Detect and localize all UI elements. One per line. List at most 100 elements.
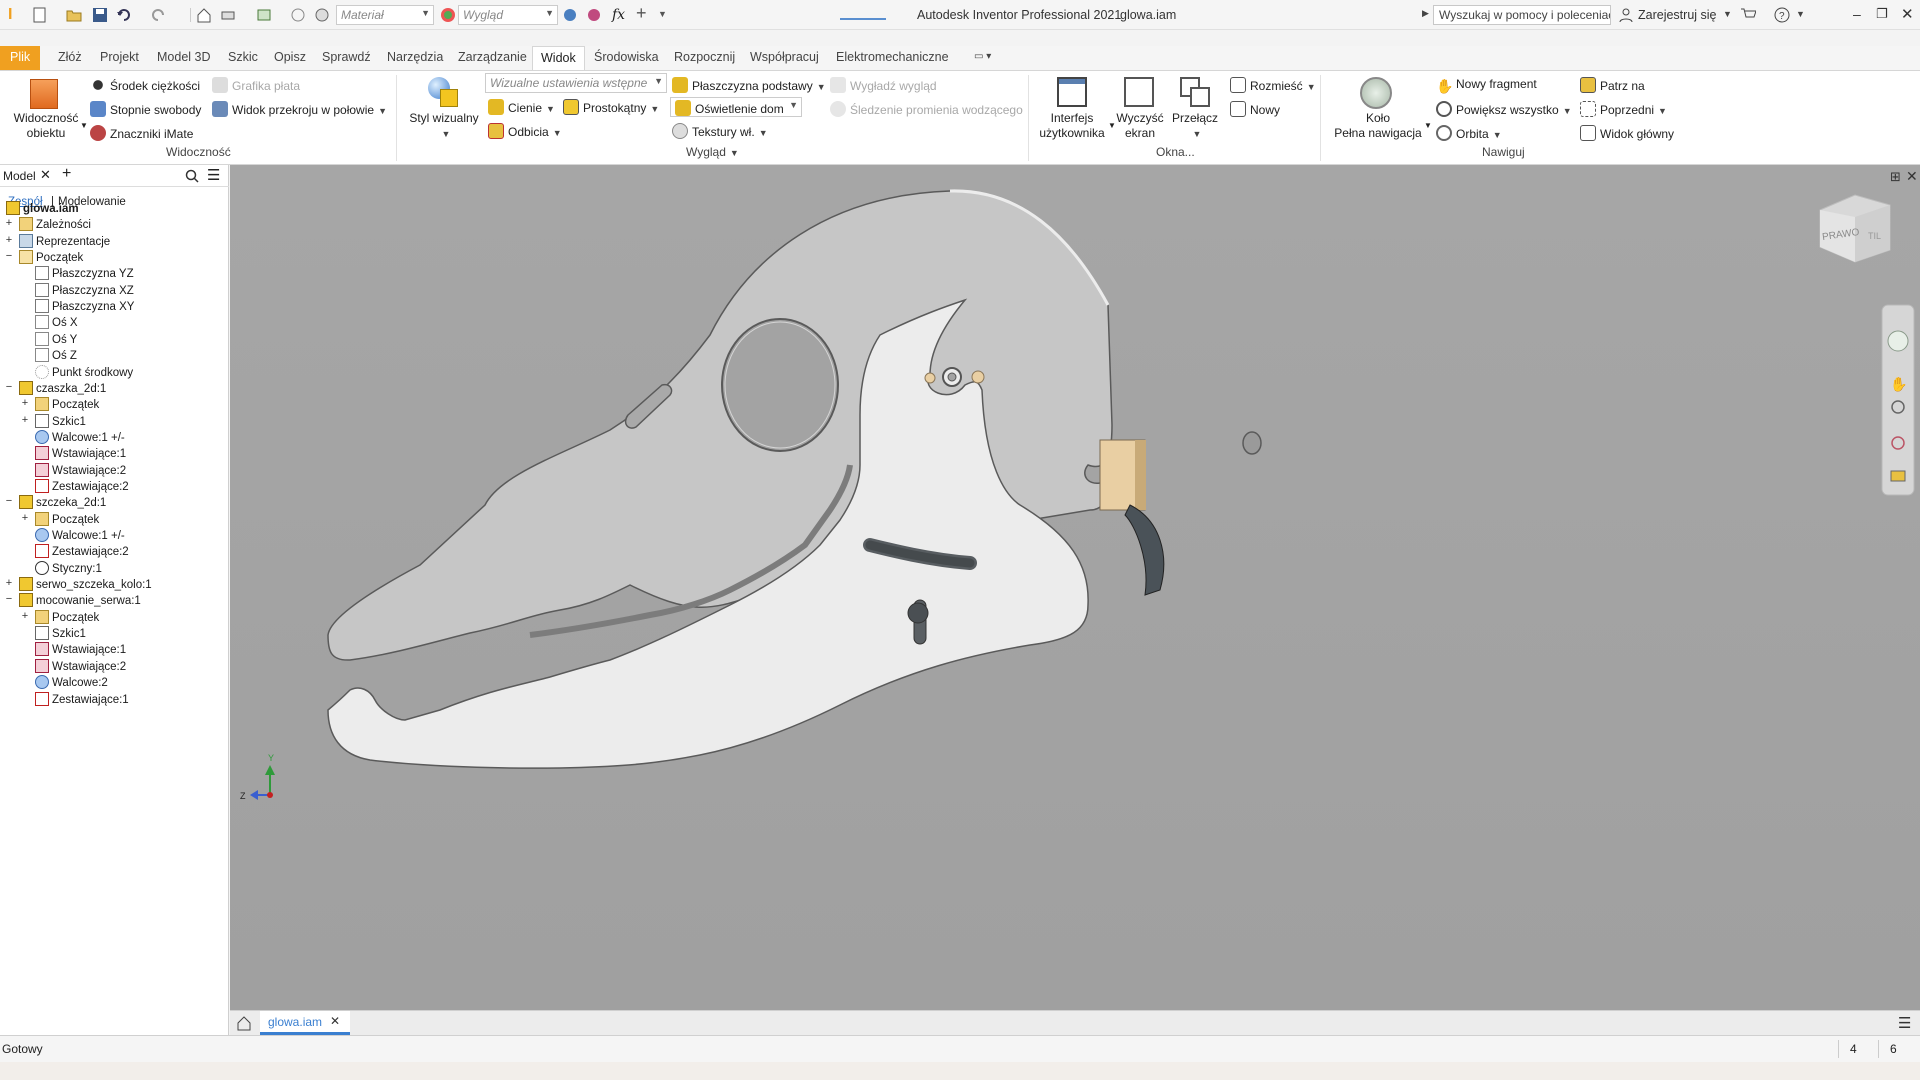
tabs-menu-icon[interactable]: ☰ [1898, 1014, 1911, 1032]
tab-collaborate[interactable]: Współpracuj [750, 50, 819, 64]
clear-appearance-icon[interactable] [586, 7, 602, 23]
tree-item[interactable]: Walcowe:2 [35, 675, 108, 693]
close-tab-icon[interactable]: ✕ [40, 167, 51, 183]
tree-item[interactable]: Oś X [35, 315, 78, 333]
chevron-down-icon[interactable]: ▼ [1424, 121, 1432, 130]
tree-item[interactable]: Początek [35, 397, 99, 415]
expand-icon[interactable]: + [20, 397, 30, 409]
add-tab-icon[interactable]: + [62, 165, 71, 183]
settings-icon[interactable] [314, 7, 330, 23]
tree-item[interactable]: Wstawiające:2 [35, 462, 126, 481]
tab-sketch[interactable]: Szkic [228, 50, 258, 64]
expand-icon[interactable]: + [20, 610, 30, 622]
close-icon[interactable]: ✕ [330, 1014, 340, 1028]
ray-tracing-button[interactable]: Śledzenie promienia wodzącego [830, 101, 1023, 117]
appearance-combo[interactable]: Wygląd ▼ [458, 5, 558, 25]
pan-icon[interactable]: ✋ [1890, 376, 1907, 392]
help-search-input[interactable]: Wyszukaj w pomocy i poleceniach [1433, 5, 1611, 25]
tree-item[interactable]: Zestawiające:2 [35, 544, 129, 562]
cart-icon[interactable] [1740, 7, 1756, 23]
tree-item[interactable]: Płaszczyzna XY [35, 299, 134, 317]
tree-item[interactable]: Płaszczyzna XZ [35, 282, 134, 301]
tree-item[interactable]: szczeka_2d:1 [19, 495, 106, 513]
tab-environments[interactable]: Środowiska [594, 50, 659, 64]
expand-icon[interactable]: + [4, 577, 14, 589]
pan-button[interactable]: ✋ Nowy fragment [1436, 77, 1537, 94]
tree-item[interactable]: Początek [19, 250, 83, 268]
print-icon[interactable] [220, 7, 236, 23]
clean-screen-button[interactable]: Wyczyść ekran [1112, 111, 1168, 141]
ground-plane-button[interactable]: Płaszczyzna podstawy ▼ [672, 77, 826, 93]
tab-3d-model[interactable]: Model 3D [157, 50, 211, 64]
view-cube[interactable]: PRAWO TIL [1819, 194, 1891, 263]
help-icon[interactable]: ? [1774, 7, 1790, 23]
tree-item[interactable]: Walcowe:1 +/- [35, 528, 125, 546]
object-visibility-button[interactable]: Widoczność obiektu [8, 111, 84, 141]
tree-item[interactable]: Walcowe:1 +/- [35, 429, 125, 448]
reflections-button[interactable]: Odbicia ▼ [488, 123, 562, 139]
tree-item[interactable]: Zestawiające:2 [35, 478, 129, 497]
viewport-close-icon[interactable]: ✕ [1906, 168, 1918, 184]
tree-item[interactable]: Zależności [19, 217, 91, 235]
tree-item[interactable]: Punkt środkowy [35, 364, 133, 383]
tab-manage[interactable]: Zarządzanie [458, 50, 527, 64]
appearance-adjust-icon[interactable] [562, 7, 578, 23]
chevron-down-icon[interactable]: ▼ [80, 121, 88, 130]
object-visibility-icon[interactable] [30, 79, 58, 109]
tree-item[interactable]: Wstawiające:1 [35, 446, 126, 464]
user-icon[interactable] [1618, 7, 1634, 23]
model-canvas[interactable]: Y Z PRAWO TIL ✋ ⊞ ✕ [230, 165, 1920, 1010]
look-at-icon[interactable] [1890, 470, 1906, 482]
tab-inspect[interactable]: Sprawdź [322, 50, 371, 64]
update-icon[interactable] [256, 7, 272, 23]
textures-button[interactable]: Tekstury wł. ▼ [672, 123, 768, 139]
select-icon[interactable] [290, 7, 306, 23]
clean-screen-icon[interactable] [1124, 77, 1154, 107]
tree-item[interactable]: glowa.iam [6, 201, 79, 219]
open-icon[interactable] [66, 7, 82, 23]
tree-item[interactable]: Styczny:1 [35, 560, 102, 579]
chevron-down-icon[interactable]: ▼ [1723, 9, 1732, 19]
home-icon[interactable] [236, 1015, 252, 1031]
user-interface-button[interactable]: Interfejs użytkownika [1034, 111, 1110, 141]
expand-icon[interactable]: + [20, 414, 30, 426]
zoom-all-button[interactable]: Powiększ wszystko ▼ [1436, 101, 1572, 117]
graphics-viewport[interactable]: Y Z PRAWO TIL ✋ ⊞ ✕ [230, 165, 1920, 1010]
tree-item[interactable]: Reprezentacje [19, 233, 110, 252]
look-at-button[interactable]: Patrz na [1580, 77, 1645, 93]
expand-icon[interactable]: + [4, 217, 14, 229]
collapse-icon[interactable]: − [4, 593, 14, 605]
home-view-button[interactable]: Widok główny [1580, 125, 1674, 141]
customize-icon[interactable]: ▼ [658, 9, 674, 25]
search-icon[interactable] [185, 169, 199, 183]
doc-tab-glowa[interactable]: glowa.iam ✕ [260, 1011, 350, 1035]
save-icon[interactable] [92, 7, 108, 23]
tree-item[interactable]: Płaszczyzna YZ [35, 266, 134, 284]
menu-icon[interactable]: ☰ [207, 166, 220, 184]
tree-item[interactable]: Zestawiające:1 [35, 691, 129, 710]
tree-item[interactable]: Początek [35, 511, 99, 530]
servo-bracket-part[interactable] [1099, 439, 1146, 511]
tab-annotate[interactable]: Opisz [274, 50, 306, 64]
collapse-icon[interactable]: − [4, 250, 14, 262]
minimize-icon[interactable]: – [1853, 6, 1861, 22]
tree-item[interactable]: Szkic1 [35, 626, 86, 644]
half-section-view-button[interactable]: Widok przekroju w połowie ▼ [212, 101, 387, 117]
search-expand-icon[interactable]: ▶ [1422, 8, 1429, 19]
new-window-button[interactable]: Nowy [1230, 101, 1280, 117]
restore-icon[interactable]: ❐ [1876, 6, 1888, 22]
undo-icon[interactable] [116, 7, 132, 23]
orbit-button[interactable]: Orbita ▼ [1436, 125, 1502, 141]
tab-get-started[interactable]: Rozpocznij [674, 50, 735, 64]
orthographic-button[interactable]: Prostokątny ▼ [563, 99, 659, 115]
shadows-button[interactable]: Cienie ▼ [488, 99, 555, 115]
close-window-icon[interactable]: ✕ [1901, 5, 1914, 23]
expand-icon[interactable]: + [20, 512, 30, 524]
steering-wheel-icon[interactable] [1887, 330, 1909, 352]
tree-item[interactable]: Oś Z [35, 348, 77, 366]
tab-tools[interactable]: Narzędzia [387, 50, 443, 64]
servo-wheel-part[interactable] [1124, 504, 1165, 596]
switch-window-icon[interactable] [1180, 77, 1210, 107]
navigation-bar[interactable]: ✋ [1881, 304, 1915, 496]
steering-wheel-icon[interactable] [1360, 77, 1392, 109]
